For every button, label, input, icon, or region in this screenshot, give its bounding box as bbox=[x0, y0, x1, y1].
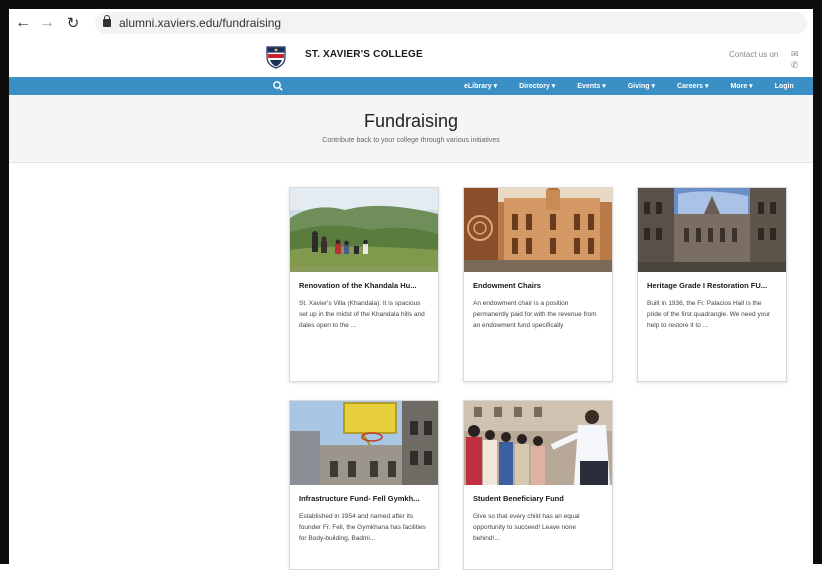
nav-item-more[interactable]: More ▾ bbox=[731, 82, 753, 90]
main-navbar: eLibrary ▾ Directory ▾ Events ▾ Giving ▾… bbox=[9, 77, 813, 95]
card-title[interactable]: Renovation of the Khandala Hu... bbox=[290, 272, 438, 290]
lock-icon bbox=[103, 15, 111, 27]
card-image-college-building bbox=[464, 188, 612, 272]
college-crest-logo[interactable] bbox=[265, 45, 287, 69]
fund-card-heritage[interactable]: Heritage Grade I Restoration FU... Built… bbox=[637, 187, 787, 382]
nav-item-login[interactable]: Login bbox=[775, 83, 794, 90]
fund-card-student-beneficiary[interactable]: Student Beneficiary Fund Give so that ev… bbox=[463, 400, 613, 570]
fund-card-endowment[interactable]: Endowment Chairs An endowment chair is a… bbox=[463, 187, 613, 382]
card-image-students-handshake bbox=[464, 401, 612, 485]
page-subtitle: Contribute back to your college through … bbox=[322, 137, 500, 144]
search-icon[interactable] bbox=[271, 79, 285, 93]
card-title[interactable]: Heritage Grade I Restoration FU... bbox=[638, 272, 786, 290]
url-text: alumni.xaviers.edu/fundraising bbox=[119, 16, 282, 30]
nav-item-events[interactable]: Events ▾ bbox=[577, 82, 605, 90]
card-excerpt: Built in 1936, the Fr. Palacios Hall is … bbox=[647, 300, 771, 329]
card-title[interactable]: Infrastructure Fund- Fell Gymkh... bbox=[290, 485, 438, 503]
card-title[interactable]: Endowment Chairs bbox=[464, 272, 612, 290]
fund-card-khandala[interactable]: Renovation of the Khandala Hu... St. Xav… bbox=[289, 187, 439, 382]
card-excerpt: St. Xavier's Villa (Khandala): It is spa… bbox=[299, 300, 425, 329]
contact-label: Contact us on bbox=[729, 50, 779, 59]
contact-icons: ✉✆ bbox=[791, 49, 813, 71]
card-excerpt: Give so that every child has an equal op… bbox=[473, 513, 580, 542]
card-excerpt: An endowment chair is a position permane… bbox=[473, 300, 597, 329]
nav-item-elibrary[interactable]: eLibrary ▾ bbox=[464, 82, 497, 90]
address-bar[interactable]: alumni.xaviers.edu/fundraising bbox=[95, 12, 807, 34]
back-arrow-icon[interactable]: ← bbox=[13, 13, 33, 33]
fund-card-gymkhana[interactable]: Infrastructure Fund- Fell Gymkh... Estab… bbox=[289, 400, 439, 570]
page-hero: Fundraising Contribute back to your coll… bbox=[9, 95, 813, 163]
forward-arrow-icon[interactable]: → bbox=[37, 13, 57, 33]
card-image-basketball-hoop bbox=[290, 401, 438, 485]
nav-menu: eLibrary ▾ Directory ▾ Events ▾ Giving ▾… bbox=[464, 77, 794, 95]
card-image-khandala-hills bbox=[290, 188, 438, 272]
browser-toolbar: ← → ↻ alumni.xaviers.edu/fundraising bbox=[9, 9, 813, 37]
page-title: Fundraising bbox=[363, 111, 459, 131]
college-name[interactable]: ST. XAVIER'S COLLEGE bbox=[305, 49, 423, 60]
screen-frame-right bbox=[813, 0, 822, 564]
card-title[interactable]: Student Beneficiary Fund bbox=[464, 485, 612, 503]
nav-item-careers[interactable]: Careers ▾ bbox=[677, 82, 709, 90]
card-image-palacios-hall bbox=[638, 188, 786, 272]
phone-icon[interactable]: ✆ bbox=[791, 60, 803, 70]
email-icon[interactable]: ✉ bbox=[791, 49, 803, 59]
site-header: ST. XAVIER'S COLLEGE Contact us on ✉✆ bbox=[9, 37, 813, 77]
reload-icon[interactable]: ↻ bbox=[63, 13, 83, 33]
nav-item-directory[interactable]: Directory ▾ bbox=[519, 82, 555, 90]
nav-item-giving[interactable]: Giving ▾ bbox=[628, 82, 655, 90]
card-excerpt: Established in 1954 and named after its … bbox=[299, 513, 426, 542]
